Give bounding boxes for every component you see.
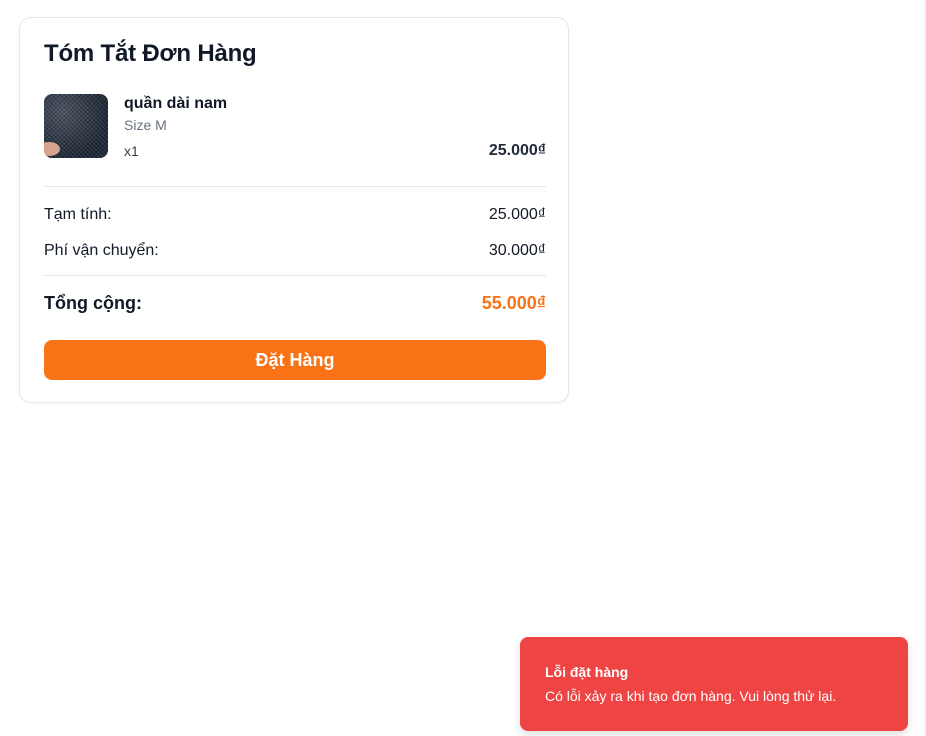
shipping-row: Phí vận chuyển: 30.000₫ — [44, 240, 546, 262]
total-row: Tổng cộng: 55.000₫ — [44, 290, 546, 316]
subtotal-label: Tạm tính: — [44, 206, 112, 223]
divider — [44, 275, 546, 276]
total-value: 55.000₫ — [481, 293, 546, 313]
product-image — [44, 94, 108, 158]
toast-title: Lỗi đặt hàng — [545, 664, 629, 680]
shipping-value: 30.000₫ — [488, 242, 546, 259]
product-image-detail — [44, 142, 60, 156]
total-label: Tổng cộng: — [44, 293, 142, 313]
product-price: 25.000₫ — [488, 142, 546, 159]
error-toast[interactable]: Lỗi đặt hàng Có lỗi xảy ra khi tạo đơn h… — [520, 637, 908, 731]
cart-item: quần dài nam Size M x1 25.000₫ — [44, 94, 546, 159]
order-summary-card: Tóm Tắt Đơn Hàng quần dài nam Size M x1 … — [19, 17, 569, 403]
toast-message: Có lỗi xảy ra khi tạo đơn hàng. Vui lòng… — [545, 688, 837, 704]
divider — [44, 186, 546, 187]
product-variant: Size M — [124, 117, 167, 133]
product-quantity: x1 — [124, 143, 139, 159]
product-name: quần dài nam — [124, 95, 228, 112]
place-order-button[interactable]: Đặt Hàng — [44, 340, 546, 380]
shipping-label: Phí vận chuyển: — [44, 242, 159, 259]
order-summary-title: Tóm Tắt Đơn Hàng — [44, 40, 257, 67]
subtotal-row: Tạm tính: 25.000₫ — [44, 204, 546, 226]
subtotal-value: 25.000₫ — [488, 206, 546, 223]
